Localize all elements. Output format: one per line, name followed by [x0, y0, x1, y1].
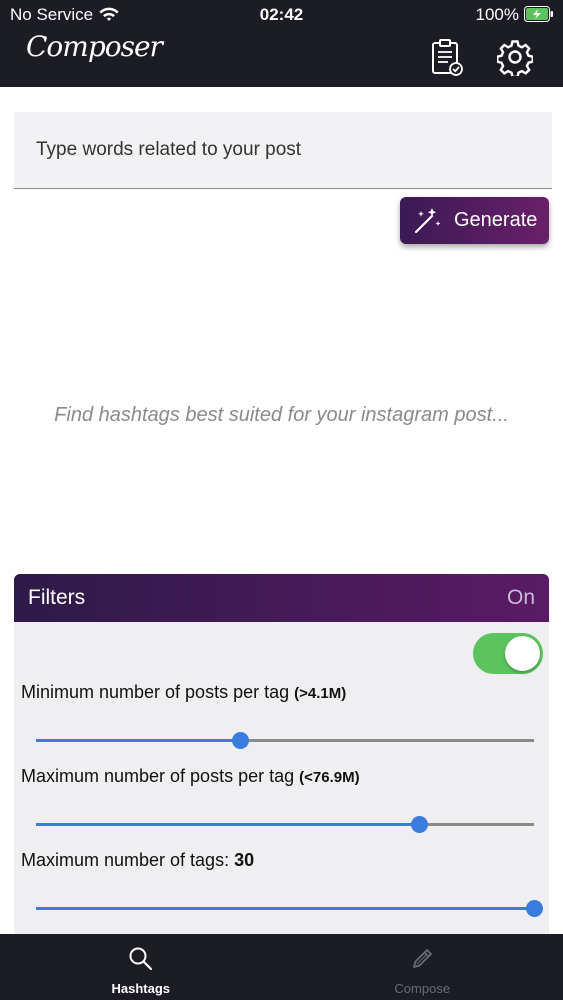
min-posts-label: Minimum number of posts per tag (>4.1M)	[21, 682, 346, 703]
slider-thumb[interactable]	[411, 816, 429, 833]
slider-fill	[36, 739, 241, 742]
app-logo: Composer	[26, 30, 163, 63]
tab-compose-label: Compose	[394, 981, 451, 996]
status-bar: No Service 02:42 100%	[0, 0, 563, 30]
filters-panel: Filters On Minimum number of posts per t…	[14, 574, 549, 934]
filters-title: Filters	[28, 586, 86, 609]
slider-fill	[36, 823, 420, 826]
gear-icon[interactable]	[497, 38, 533, 76]
filters-toggle[interactable]	[473, 633, 543, 674]
search-field[interactable]	[14, 112, 552, 189]
pencil-icon	[413, 949, 433, 968]
empty-state-text: Find hashtags best suited for your insta…	[54, 404, 509, 426]
max-posts-slider[interactable]	[36, 813, 534, 835]
bottom-tab-bar: Hashtags Compose	[0, 934, 563, 1000]
max-tags-text: Maximum number of tags:	[21, 850, 235, 870]
tab-hashtags-label: Hashtags	[111, 981, 171, 996]
max-tags-value: 30	[234, 850, 255, 870]
min-posts-slider[interactable]	[36, 729, 534, 751]
battery-percent: 100%	[475, 5, 519, 24]
battery-charging-icon	[524, 6, 553, 22]
slider-fill	[36, 907, 534, 910]
filters-state: On	[506, 586, 535, 609]
generate-button[interactable]: Generate	[400, 197, 549, 244]
tab-hashtags[interactable]: Hashtags	[0, 934, 282, 1000]
app-header: No Service 02:42 100% Composer	[0, 0, 563, 87]
max-tags-label: Maximum number of tags: 30	[21, 850, 254, 871]
generate-label: Generate	[454, 209, 538, 231]
clipboard-check-icon[interactable]	[428, 38, 464, 76]
max-posts-text: Maximum number of posts per tag	[21, 766, 300, 786]
search-input[interactable]	[14, 112, 552, 188]
min-posts-value: (>4.1M)	[294, 685, 347, 702]
min-posts-text: Minimum number of posts per tag	[21, 682, 295, 702]
toggle-knob	[505, 636, 540, 671]
filters-header[interactable]: Filters On	[14, 574, 549, 622]
max-posts-label: Maximum number of posts per tag (<76.9M)	[21, 766, 360, 787]
max-tags-slider[interactable]	[36, 897, 543, 919]
max-posts-value: (<76.9M)	[299, 769, 360, 786]
slider-thumb[interactable]	[232, 732, 250, 749]
slider-thumb[interactable]	[526, 900, 543, 917]
tab-compose[interactable]: Compose	[282, 934, 563, 1000]
search-icon	[129, 947, 152, 971]
magic-wand-icon	[414, 207, 441, 233]
